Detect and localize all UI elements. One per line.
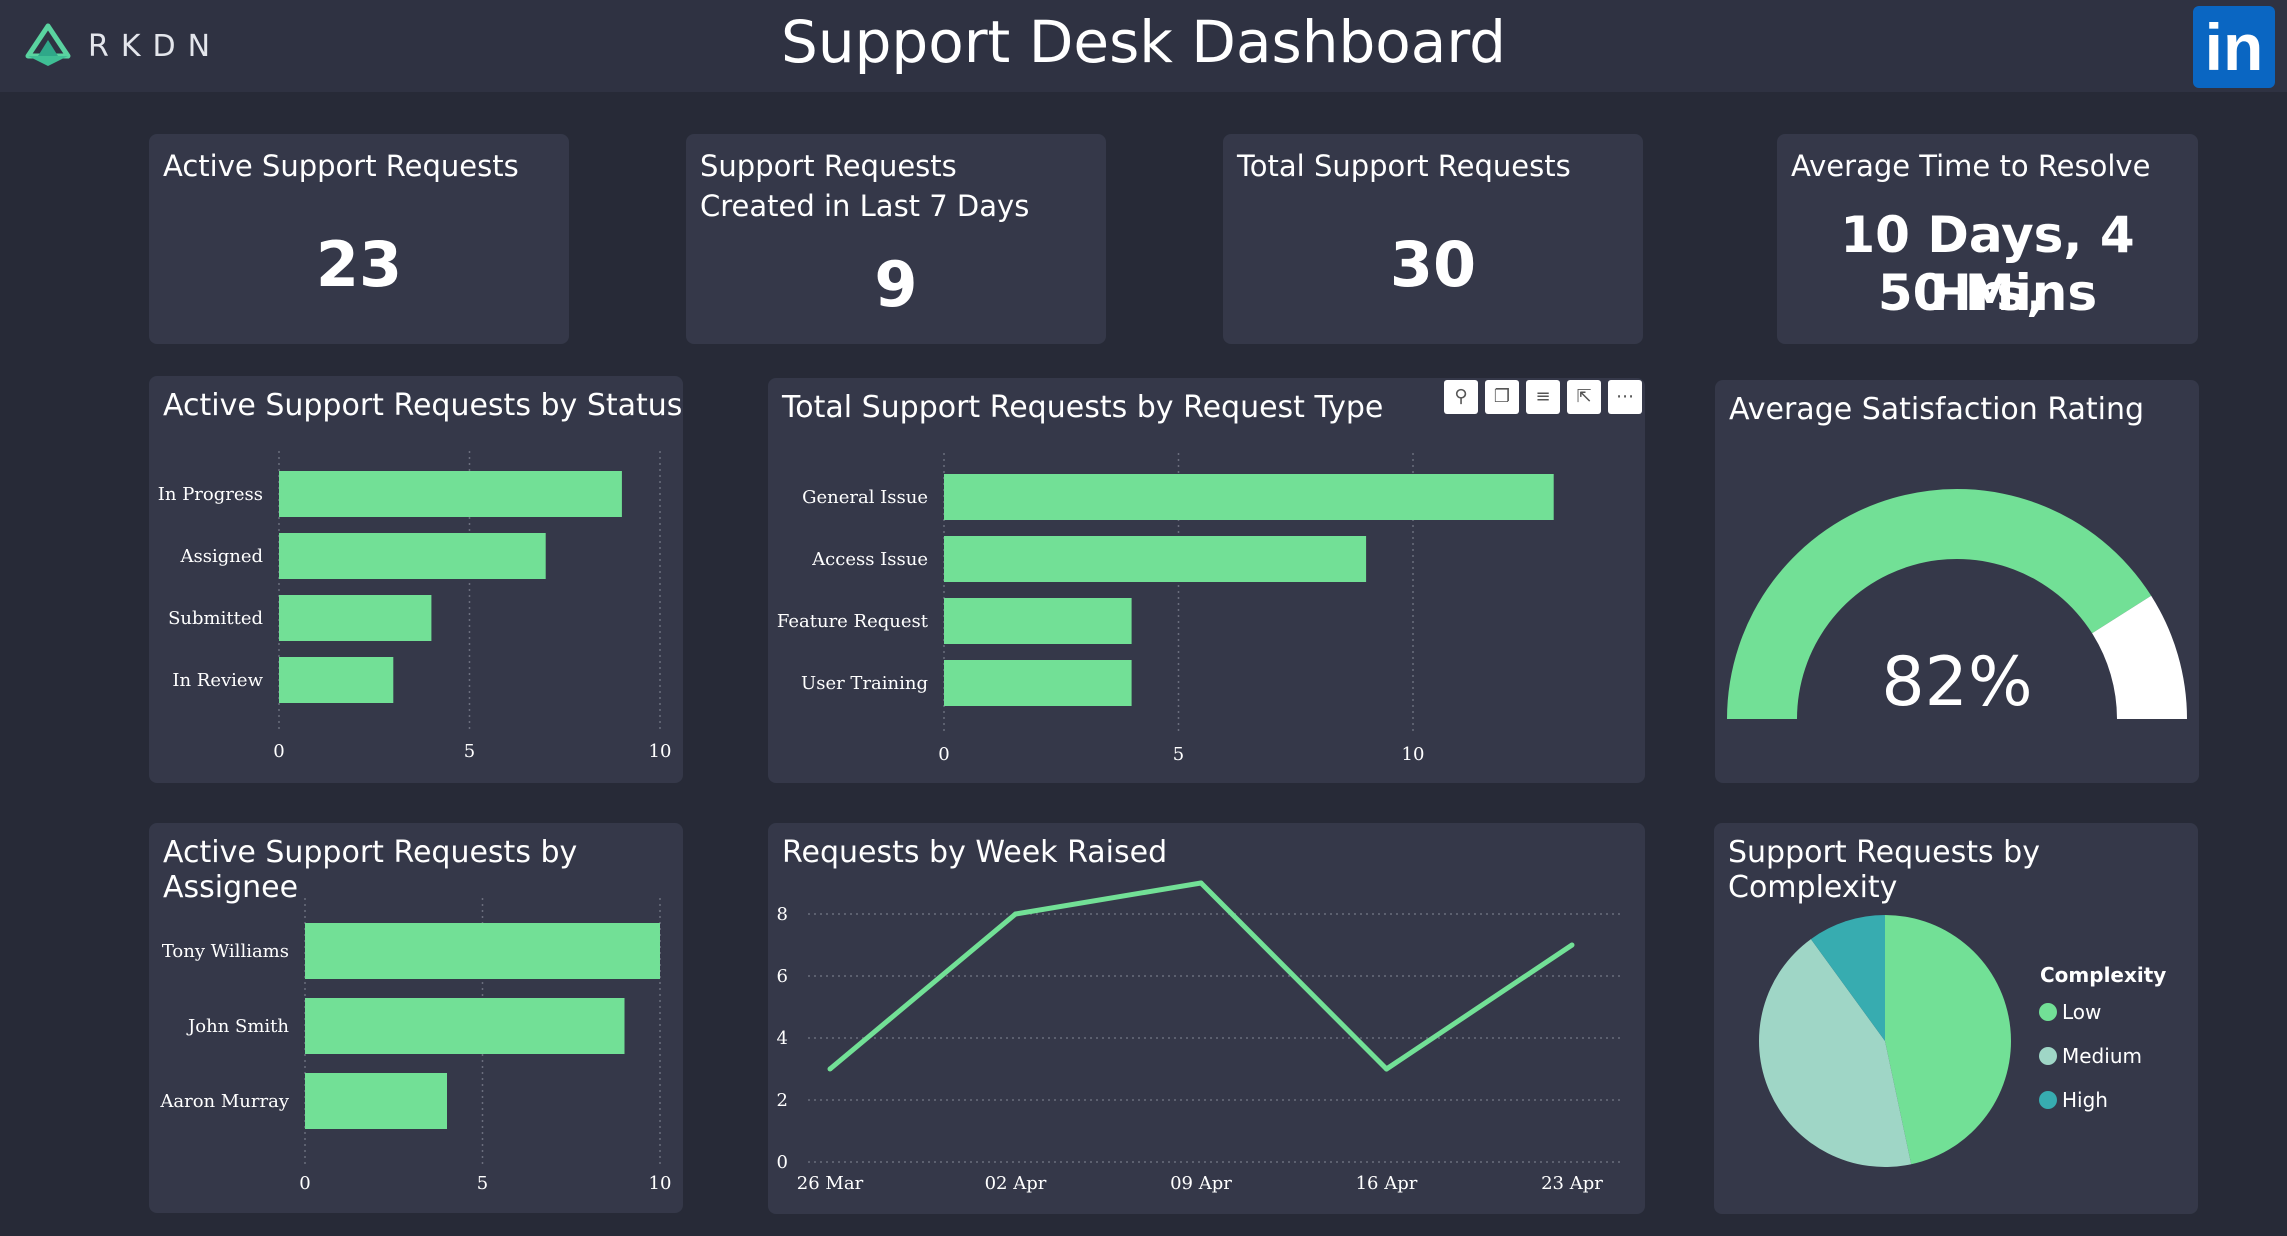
panel-request-type-chart: Total Support Requests by Request Type 0… (768, 378, 1645, 783)
tick-label: 0 (299, 1173, 310, 1194)
legend-label: Medium (2062, 1044, 2142, 1068)
kpi-card-avg-time-to-resolve: Average Time to Resolve 10 Days, 4 Hrs, … (1777, 134, 2198, 344)
kpi-title: Active Support Requests (163, 149, 519, 183)
gauge-value-label: 82% (1881, 643, 2032, 722)
tick-label: 5 (1173, 744, 1184, 765)
kpi-value: 23 (315, 228, 403, 301)
y-tick-label: 4 (777, 1028, 788, 1049)
linkedin-label: in (2204, 10, 2264, 84)
data-point (1198, 880, 1204, 886)
category-label: Aaron Murray (159, 1091, 289, 1112)
filter-icon[interactable]: ≡ (1526, 380, 1560, 414)
x-tick-label: 16 Apr (1356, 1173, 1418, 1194)
bar (279, 471, 622, 517)
kpi-value: 30 (1389, 228, 1477, 301)
x-tick-label: 09 Apr (1170, 1173, 1232, 1194)
series-line (828, 880, 1574, 1072)
legend-marker (2039, 1091, 2057, 1109)
bar (305, 998, 625, 1054)
legend-title: Complexity (2040, 963, 2166, 987)
data-point (1384, 1066, 1389, 1072)
category-label: In Progress (158, 484, 263, 505)
x-tick-label: 23 Apr (1541, 1173, 1603, 1194)
category-label: In Review (172, 670, 263, 691)
data-point (1569, 942, 1575, 948)
bar (944, 536, 1367, 582)
kpi-value: 9 (874, 248, 918, 321)
kpi-title: Support Requests Created in Last 7 Days (700, 149, 1030, 223)
x-tick-label: 26 Mar (797, 1173, 864, 1194)
kpi-title: Total Support Requests (1237, 149, 1571, 183)
tick-label: 5 (477, 1173, 488, 1194)
panel-status-chart: Active Support Requests by Status 0 5 10 In… (149, 376, 683, 783)
y-tick-label: 8 (777, 904, 788, 925)
complexity-pie-chart: Complexity Low Medium High (1759, 915, 2166, 1167)
panel-week-line-chart: Requests by Week Raised 0 2 4 6 8 26 Mar 02 Ap… (768, 823, 1645, 1214)
bar (279, 533, 546, 579)
kpi-card-total-requests: Total Support Requests 30 (1223, 134, 1643, 344)
request-type-bar-chart: 0 5 10 General Issue Access Issue Feature Req… (777, 453, 1554, 765)
pie-slice (1885, 915, 2012, 1165)
panel-assignee-chart: Active Support Requests by Assignee 0 5 10… (149, 823, 683, 1213)
satisfaction-gauge: 82% (1727, 489, 2187, 722)
legend-marker (2039, 1047, 2057, 1065)
tick-label: 10 (649, 1173, 672, 1194)
y-tick-label: 0 (777, 1152, 788, 1173)
bar (944, 660, 1132, 706)
panel-satisfaction-gauge: Average Satisfaction Rating 82% (1715, 380, 2199, 783)
panel-complexity-pie: Support Requests by Complexity Complexit… (1714, 823, 2198, 1214)
tick-label: 5 (464, 741, 475, 762)
category-label: General Issue (802, 487, 928, 508)
tick-label: 0 (938, 744, 949, 765)
kpi-title: Average Time to Resolve (1791, 149, 2151, 183)
tick-label: 10 (1402, 744, 1425, 765)
data-point (1013, 911, 1018, 917)
category-label: Assigned (179, 546, 263, 567)
more-icon[interactable]: ⋯ (1608, 380, 1642, 414)
copy-icon[interactable]: ❐ (1485, 380, 1519, 414)
bar (305, 923, 660, 979)
bar (944, 598, 1132, 644)
tick-label: 10 (649, 741, 672, 762)
page-title: Support Desk Dashboard (781, 8, 1506, 76)
linkedin-icon[interactable]: in (2193, 6, 2275, 88)
assignee-bar-chart: 0 5 10 Tony Williams John Smith Aaron Murray (159, 898, 672, 1194)
category-label: User Training (801, 673, 928, 694)
kpi-value-line2: 50 Mins (1877, 264, 2098, 322)
x-tick-label: 02 Apr (985, 1173, 1047, 1194)
pin-icon[interactable]: ⚲ (1444, 380, 1478, 414)
category-label: Feature Request (777, 611, 929, 632)
week-line-chart: 0 2 4 6 8 26 Mar 02 Apr 09 Apr 16 Apr 23 Apr (777, 880, 1623, 1194)
category-label: Access Issue (811, 549, 928, 570)
data-point (827, 1066, 833, 1072)
category-label: Tony Williams (162, 941, 289, 962)
tick-label: 0 (273, 741, 284, 762)
y-tick-label: 2 (777, 1090, 788, 1111)
y-tick-label: 6 (777, 966, 788, 987)
category-label: Submitted (168, 608, 263, 629)
legend-label: High (2062, 1088, 2108, 1112)
legend-label: Low (2062, 1000, 2101, 1024)
status-bar-chart: 0 5 10 In Progress Assigned Submitted In Revie… (158, 451, 672, 762)
kpi-card-active-requests: Active Support Requests 23 (149, 134, 569, 344)
kpi-card-last-7-days: Support Requests Created in Last 7 Days … (686, 134, 1106, 344)
header-bar: RKDN Support Desk Dashboard in (0, 0, 2287, 92)
bar (944, 474, 1554, 520)
legend-marker (2039, 1003, 2057, 1021)
visual-toolbar: ⚲ ❐ ≡ ⇱ ⋯ (1444, 380, 1642, 414)
bar (279, 657, 394, 703)
category-label: John Smith (186, 1016, 289, 1037)
bar (279, 595, 432, 641)
focus-icon[interactable]: ⇱ (1567, 380, 1601, 414)
bar (305, 1073, 447, 1129)
